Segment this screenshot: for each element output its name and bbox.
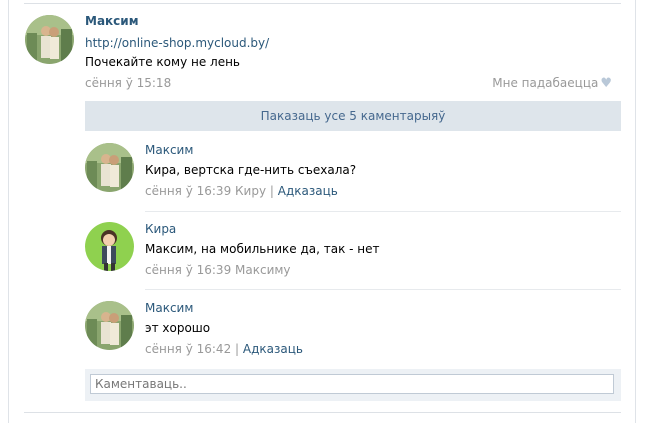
comments-block: Паказаць усе 5 каментарыяў Максим Кира, … xyxy=(85,101,621,401)
comment-author[interactable]: Кира xyxy=(145,222,176,236)
comment-addressee[interactable]: Максиму xyxy=(235,263,291,277)
comment-item: Кира Максим, на мобильнике да, так - нет… xyxy=(85,222,621,292)
comment-date[interactable]: сёння ў 16:42 xyxy=(145,342,231,356)
like-label: Мне падабаецца xyxy=(492,76,599,90)
post-date[interactable]: сёння ў 15:18 xyxy=(85,76,171,90)
comment-date[interactable]: сёння ў 16:39 xyxy=(145,263,231,277)
top-divider xyxy=(24,3,621,4)
comment-date[interactable]: сёння ў 16:39 xyxy=(145,184,231,198)
show-all-comments-button[interactable]: Паказаць усе 5 каментарыяў xyxy=(85,101,621,131)
like-button[interactable]: Мне падабаецца ♥ xyxy=(492,76,612,91)
bottom-divider xyxy=(24,412,621,413)
comment-avatar[interactable] xyxy=(85,222,134,271)
meta-separator: | xyxy=(269,184,274,198)
comment-author[interactable]: Максим xyxy=(145,301,193,315)
comment-input[interactable] xyxy=(90,374,614,394)
post-author-name[interactable]: Максим xyxy=(85,14,139,28)
comment-text: Кира, вертска где-нить съехала? xyxy=(145,163,357,177)
comment-item: Максим эт хорошо сёння ў 16:42 | Адказац… xyxy=(85,301,621,361)
post-author-avatar[interactable] xyxy=(25,15,74,64)
comment-item: Максим Кира, вертска где-нить съехала? с… xyxy=(85,143,621,213)
comment-meta: сёння ў 16:42 | Адказаць xyxy=(145,342,303,356)
comment-avatar[interactable] xyxy=(85,143,134,192)
meta-separator: | xyxy=(235,342,240,356)
comment-divider xyxy=(145,211,621,212)
comment-avatar[interactable] xyxy=(85,301,134,350)
comment-meta: сёння ў 16:39 Максиму xyxy=(145,263,291,277)
post-link[interactable]: http://online-shop.mycloud.by/ xyxy=(85,36,269,50)
comment-divider xyxy=(145,289,621,290)
reply-link[interactable]: Адказаць xyxy=(243,342,303,356)
post-text: Почекайте кому не лень xyxy=(85,55,240,69)
reply-link[interactable]: Адказаць xyxy=(278,184,338,198)
comment-meta: сёння ў 16:39 Киру | Адказаць xyxy=(145,184,338,198)
comment-author[interactable]: Максим xyxy=(145,143,193,157)
comment-text: эт хорошо xyxy=(145,321,211,335)
comment-text: Максим, на мобильнике да, так - нет xyxy=(145,242,380,256)
comment-compose-box xyxy=(85,369,621,401)
comment-addressee[interactable]: Киру xyxy=(235,184,266,198)
heart-icon: ♥ xyxy=(600,76,612,91)
